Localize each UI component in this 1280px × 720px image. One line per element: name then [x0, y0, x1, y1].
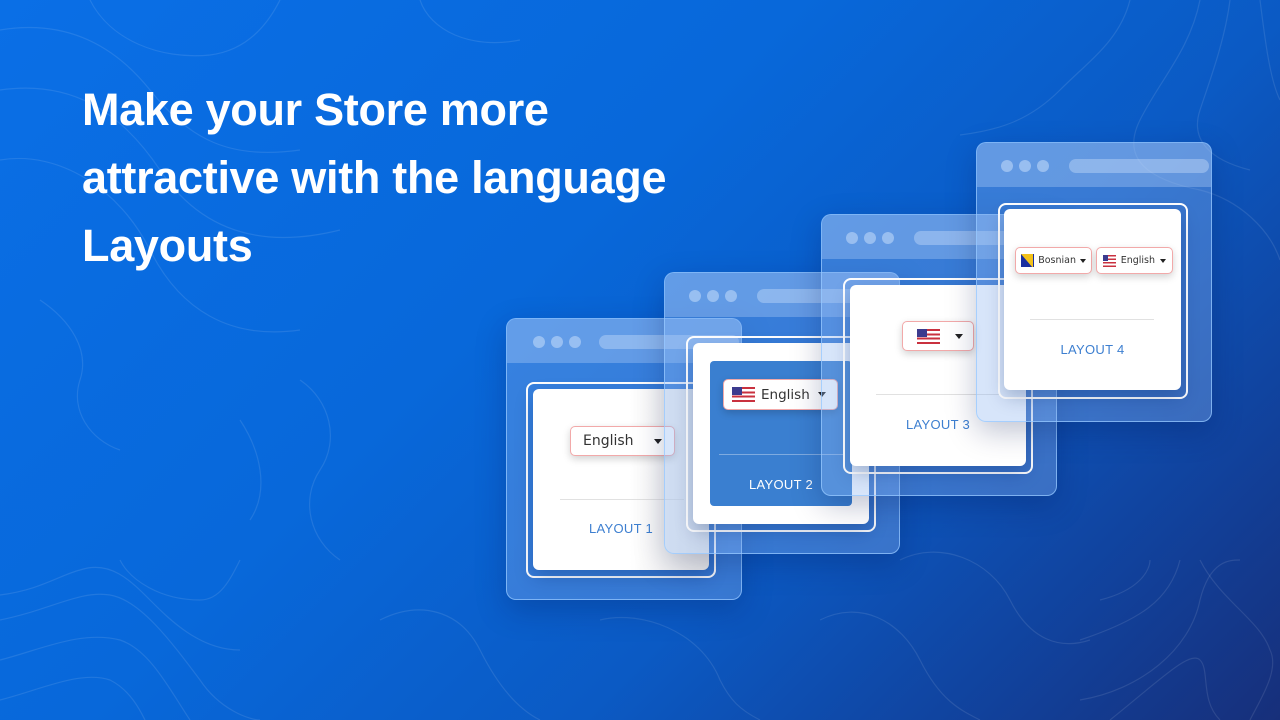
window-dot-icon	[569, 336, 581, 348]
language-dropdown[interactable]	[902, 321, 974, 351]
address-bar	[1069, 159, 1209, 173]
window-dot-icon	[1019, 160, 1031, 172]
language-dropdown-bosnian[interactable]: Bosnian	[1015, 247, 1092, 274]
caret-down-icon	[654, 438, 662, 444]
dropdown-label: English	[761, 386, 810, 403]
window-dot-icon	[1001, 160, 1013, 172]
window-titlebar	[977, 143, 1211, 187]
dropdown-label: Bosnian	[1038, 255, 1076, 266]
window-dot-icon	[846, 232, 858, 244]
us-flag-icon	[917, 328, 940, 344]
caret-down-icon	[1080, 258, 1086, 263]
layout-card-4[interactable]: Bosnian English LAYOUT 4	[1004, 209, 1181, 390]
window-dot-icon	[725, 290, 737, 302]
window-dot-icon	[882, 232, 894, 244]
caret-down-icon	[1160, 258, 1166, 263]
window-dot-icon	[551, 336, 563, 348]
us-flag-icon	[1103, 254, 1116, 267]
us-flag-icon	[732, 387, 755, 402]
dropdown-label: English	[1120, 255, 1155, 266]
layout-label: LAYOUT 4	[1060, 342, 1125, 357]
window-dot-icon	[864, 232, 876, 244]
window-dot-icon	[533, 336, 545, 348]
bosnia-flag-icon	[1021, 254, 1035, 267]
headline-line-3: Layouts	[82, 220, 253, 271]
window-dot-icon	[1037, 160, 1049, 172]
window-dot-icon	[707, 290, 719, 302]
headline-line-2: attractive with the language	[82, 152, 667, 203]
headline: Make your Store more attractive with the…	[82, 76, 782, 280]
headline-line-1: Make your Store more	[82, 84, 549, 135]
window-dot-icon	[689, 290, 701, 302]
language-dropdown-english[interactable]: English	[1096, 247, 1173, 274]
dropdown-label: English	[583, 433, 634, 449]
caret-down-icon	[955, 333, 963, 339]
divider	[1030, 319, 1154, 320]
language-dropdown[interactable]: English	[570, 426, 675, 456]
